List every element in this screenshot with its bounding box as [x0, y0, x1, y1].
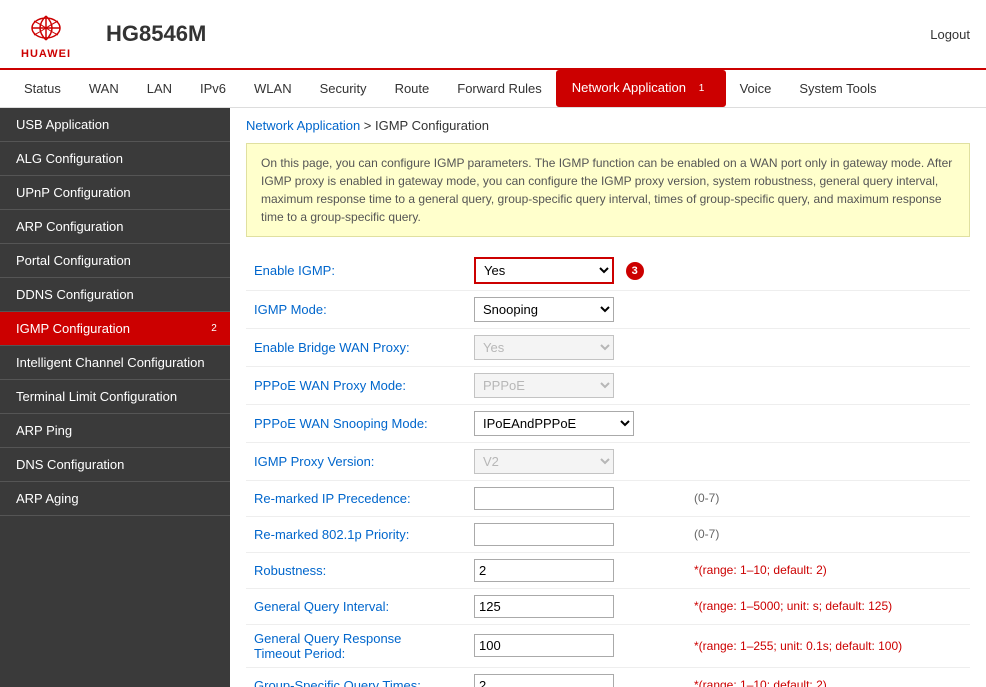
form-row-ip-precedence: Re-marked IP Precedence: (0-7) — [246, 480, 970, 516]
device-name: HG8546M — [96, 21, 930, 47]
sidebar-item-portal-configuration[interactable]: Portal Configuration — [0, 244, 230, 278]
nav-voice[interactable]: Voice — [726, 70, 786, 107]
nav-status[interactable]: Status — [10, 70, 75, 107]
input-general-query-response[interactable] — [474, 634, 614, 657]
form-row-proxy-version: IGMP Proxy Version: V2 V3 — [246, 442, 970, 480]
main-layout: USB Application ALG Configuration UPnP C… — [0, 108, 986, 687]
form-row-general-query-interval: General Query Interval: *(range: 1–5000;… — [246, 588, 970, 624]
nav-badge-1: 1 — [694, 81, 710, 97]
nav-wlan[interactable]: WLAN — [240, 70, 306, 107]
form-table: Enable IGMP: Yes No 3 IGMP Mode: — [246, 251, 970, 687]
input-robustness[interactable] — [474, 559, 614, 582]
huawei-logo-icon — [16, 8, 76, 48]
nav-system-tools[interactable]: System Tools — [785, 70, 890, 107]
hint-ip-precedence: (0-7) — [686, 480, 970, 516]
hint-group-specific-times: *(range: 1–10; default: 2) — [694, 678, 827, 687]
sidebar-item-ddns-configuration[interactable]: DDNS Configuration — [0, 278, 230, 312]
sidebar-item-usb-application[interactable]: USB Application — [0, 108, 230, 142]
label-ip-precedence: Re-marked IP Precedence: — [246, 480, 466, 516]
form-row-general-query-response: General Query ResponseTimeout Period: *(… — [246, 624, 970, 667]
label-enable-igmp: Enable IGMP: — [246, 251, 466, 291]
nav-ipv6[interactable]: IPv6 — [186, 70, 240, 107]
form-row-bridge-wan-proxy: Enable Bridge WAN Proxy: Yes No — [246, 328, 970, 366]
hint-general-query-interval: *(range: 1–5000; unit: s; default: 125) — [694, 599, 892, 613]
label-igmp-mode: IGMP Mode: — [246, 290, 466, 328]
sidebar-item-upnp-configuration[interactable]: UPnP Configuration — [0, 176, 230, 210]
select-pppoe-proxy-mode[interactable]: PPPoE — [474, 373, 614, 398]
input-general-query-interval[interactable] — [474, 595, 614, 618]
form-row-pppoe-proxy-mode: PPPoE WAN Proxy Mode: PPPoE — [246, 366, 970, 404]
nav-bar: Status WAN LAN IPv6 WLAN Security Route … — [0, 70, 986, 108]
form-row-8021p-priority: Re-marked 802.1p Priority: (0-7) — [246, 516, 970, 552]
label-robustness: Robustness: — [246, 552, 466, 588]
breadcrumb-current: IGMP Configuration — [375, 118, 489, 133]
select-pppoe-snooping-mode[interactable]: IPoEAndPPPoE PPPoE only IPoE only — [474, 411, 634, 436]
info-text: On this page, you can configure IGMP par… — [261, 156, 952, 224]
sidebar-item-dns-configuration[interactable]: DNS Configuration — [0, 448, 230, 482]
info-box: On this page, you can configure IGMP par… — [246, 143, 970, 237]
sidebar-item-terminal-limit[interactable]: Terminal Limit Configuration — [0, 380, 230, 414]
select-enable-igmp[interactable]: Yes No — [474, 257, 614, 284]
nav-lan[interactable]: LAN — [133, 70, 186, 107]
sidebar-item-igmp-configuration[interactable]: IGMP Configuration 2 — [0, 312, 230, 346]
nav-forward-rules[interactable]: Forward Rules — [443, 70, 556, 107]
select-bridge-wan-proxy[interactable]: Yes No — [474, 335, 614, 360]
input-8021p-priority[interactable] — [474, 523, 614, 546]
hint-general-query-response: *(range: 1–255; unit: 0.1s; default: 100… — [694, 639, 902, 653]
sidebar-item-intelligent-channel[interactable]: Intelligent Channel Configuration — [0, 346, 230, 380]
sidebar-item-alg-configuration[interactable]: ALG Configuration — [0, 142, 230, 176]
form-row-igmp-mode: IGMP Mode: Snooping Proxy — [246, 290, 970, 328]
breadcrumb-link[interactable]: Network Application — [246, 118, 360, 133]
label-8021p-priority: Re-marked 802.1p Priority: — [246, 516, 466, 552]
hint-robustness: *(range: 1–10; default: 2) — [694, 563, 827, 577]
breadcrumb: Network Application > IGMP Configuration — [246, 118, 970, 133]
label-bridge-wan-proxy: Enable Bridge WAN Proxy: — [246, 328, 466, 366]
input-ip-precedence[interactable] — [474, 487, 614, 510]
input-group-specific-times[interactable] — [474, 674, 614, 687]
form-row-pppoe-snooping-mode: PPPoE WAN Snooping Mode: IPoEAndPPPoE PP… — [246, 404, 970, 442]
sidebar: USB Application ALG Configuration UPnP C… — [0, 108, 230, 687]
content-area: Network Application > IGMP Configuration… — [230, 108, 986, 687]
header: HUAWEI HG8546M Logout — [0, 0, 986, 70]
label-group-specific-times: Group-Specific Query Times: — [246, 667, 466, 687]
hint-8021p-priority: (0-7) — [686, 516, 970, 552]
nav-wan[interactable]: WAN — [75, 70, 133, 107]
label-pppoe-proxy-mode: PPPoE WAN Proxy Mode: — [246, 366, 466, 404]
select-proxy-version[interactable]: V2 V3 — [474, 449, 614, 474]
nav-network-application[interactable]: Network Application 1 — [556, 70, 726, 107]
form-row-robustness: Robustness: *(range: 1–10; default: 2) — [246, 552, 970, 588]
label-proxy-version: IGMP Proxy Version: — [246, 442, 466, 480]
sidebar-item-arp-ping[interactable]: ARP Ping — [0, 414, 230, 448]
label-general-query-response: General Query ResponseTimeout Period: — [246, 624, 466, 667]
form-row-group-specific-times: Group-Specific Query Times: *(range: 1–1… — [246, 667, 970, 687]
select-igmp-mode[interactable]: Snooping Proxy — [474, 297, 614, 322]
badge-3: 3 — [626, 262, 644, 280]
brand-label: HUAWEI — [21, 48, 71, 60]
sidebar-item-arp-configuration[interactable]: ARP Configuration — [0, 210, 230, 244]
logo-area: HUAWEI — [16, 8, 76, 60]
nav-security[interactable]: Security — [306, 70, 381, 107]
label-pppoe-snooping-mode: PPPoE WAN Snooping Mode: — [246, 404, 466, 442]
label-general-query-interval: General Query Interval: — [246, 588, 466, 624]
nav-route[interactable]: Route — [381, 70, 444, 107]
form-row-enable-igmp: Enable IGMP: Yes No 3 — [246, 251, 970, 291]
sidebar-badge-2: 2 — [206, 320, 222, 336]
sidebar-item-arp-aging[interactable]: ARP Aging — [0, 482, 230, 516]
logout-button[interactable]: Logout — [930, 27, 970, 42]
